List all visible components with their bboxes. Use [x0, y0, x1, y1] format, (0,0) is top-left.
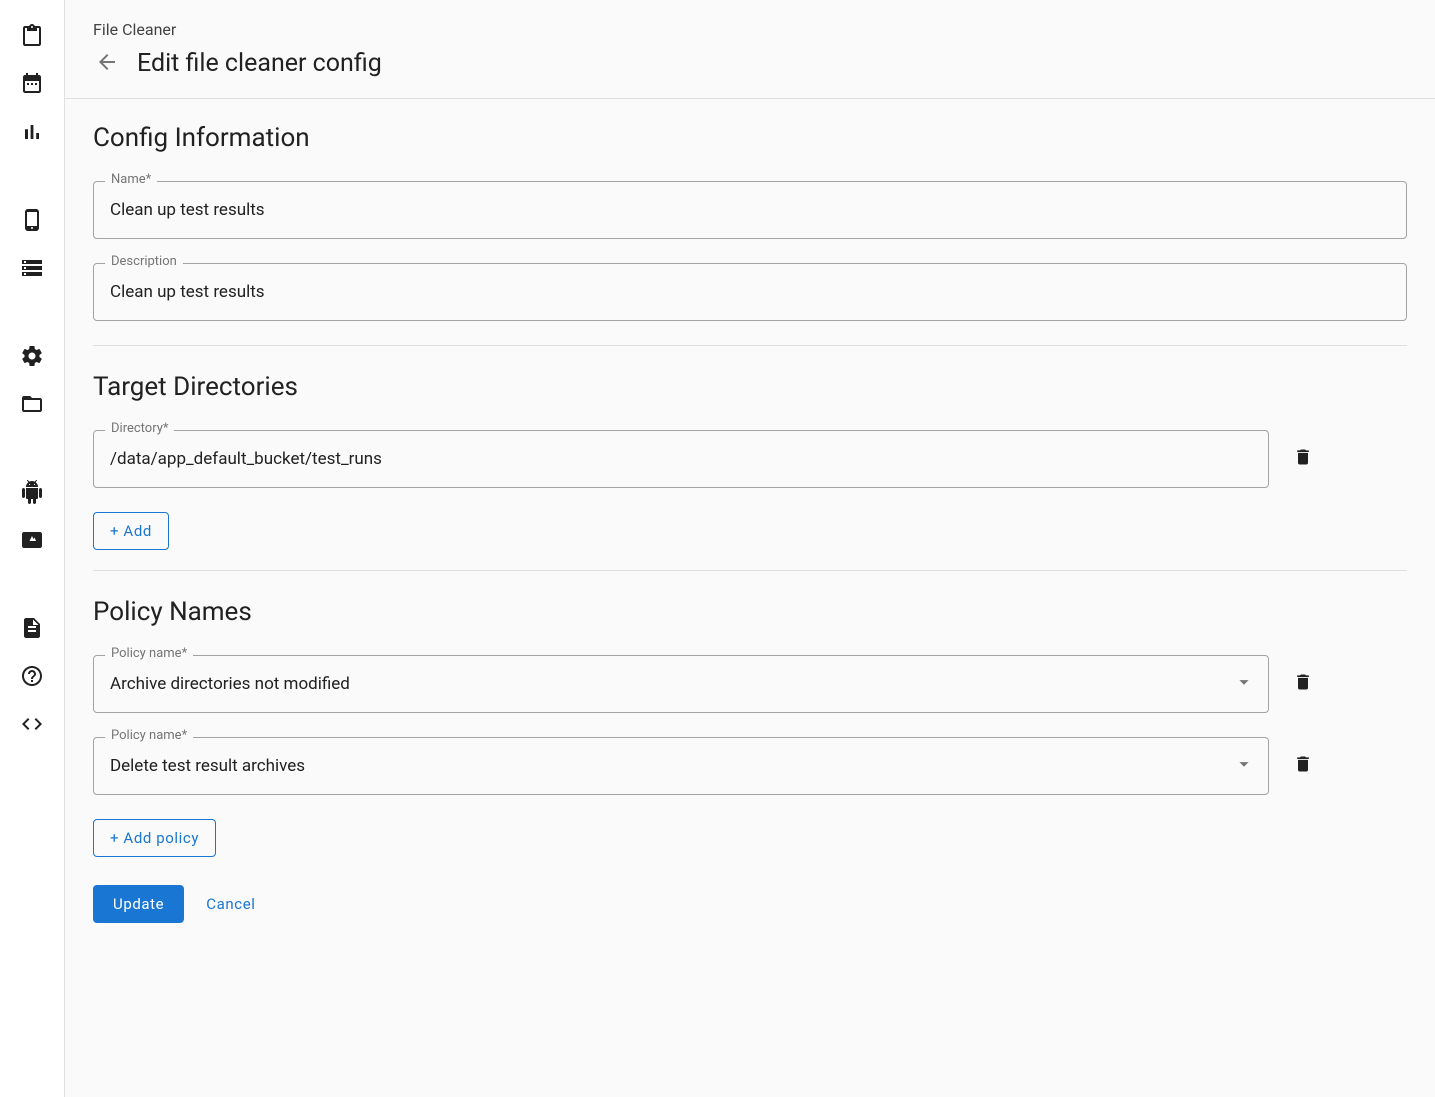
update-button[interactable]: Update — [93, 885, 184, 923]
nav-android[interactable] — [8, 470, 56, 518]
delete-directory-button[interactable] — [1287, 443, 1319, 475]
nav-chart[interactable] — [8, 110, 56, 158]
code-icon — [20, 712, 44, 740]
nav-folder[interactable] — [8, 382, 56, 430]
delete-policy-button-0[interactable] — [1287, 668, 1319, 700]
document-icon — [20, 616, 44, 644]
nav-clipboard[interactable] — [8, 14, 56, 62]
calendar-icon — [20, 72, 44, 100]
activity-icon — [20, 528, 44, 556]
nav-calendar[interactable] — [8, 62, 56, 110]
clipboard-icon — [20, 24, 44, 52]
nav-help[interactable] — [8, 654, 56, 702]
directory-label: Directory* — [105, 422, 174, 435]
nav-activity[interactable] — [8, 518, 56, 566]
policy-select-value-1: Delete test result archives — [110, 756, 305, 776]
trash-icon — [1293, 754, 1313, 778]
policy-select-value-0: Archive directories not modified — [110, 674, 350, 694]
help-icon — [20, 664, 44, 692]
back-button[interactable] — [93, 50, 121, 78]
nav-code[interactable] — [8, 702, 56, 750]
add-directory-button[interactable]: + Add — [93, 512, 169, 550]
name-label: Name* — [105, 173, 157, 186]
nav-settings[interactable] — [8, 334, 56, 382]
section-target-directories: Target Directories — [93, 372, 1407, 402]
delete-policy-button-1[interactable] — [1287, 750, 1319, 782]
android-icon — [20, 480, 44, 508]
sidebar — [0, 0, 65, 1097]
directory-input[interactable] — [93, 430, 1269, 488]
add-policy-button[interactable]: + Add policy — [93, 819, 216, 857]
policy-select-1[interactable]: Delete test result archives — [93, 737, 1269, 795]
policy-select-0[interactable]: Archive directories not modified — [93, 655, 1269, 713]
page-title: Edit file cleaner config — [137, 49, 382, 78]
trash-icon — [1293, 447, 1313, 471]
bar-chart-icon — [20, 120, 44, 148]
policy-label-0: Policy name* — [105, 647, 193, 660]
storage-icon — [20, 256, 44, 284]
divider — [93, 345, 1407, 346]
page-header: File Cleaner Edit file cleaner config — [65, 0, 1435, 99]
divider — [93, 570, 1407, 571]
description-label: Description — [105, 255, 183, 268]
phone-icon — [20, 208, 44, 236]
policy-label-1: Policy name* — [105, 729, 193, 742]
cancel-button[interactable]: Cancel — [194, 885, 267, 923]
description-input[interactable] — [93, 263, 1407, 321]
breadcrumb: File Cleaner — [93, 20, 1407, 39]
nav-document[interactable] — [8, 606, 56, 654]
nav-storage[interactable] — [8, 246, 56, 294]
name-input[interactable] — [93, 181, 1407, 239]
arrow-back-icon — [95, 50, 119, 78]
folder-icon — [20, 392, 44, 420]
trash-icon — [1293, 672, 1313, 696]
gear-icon — [20, 344, 44, 372]
section-config-info: Config Information — [93, 123, 1407, 153]
section-policy-names: Policy Names — [93, 597, 1407, 627]
nav-phone[interactable] — [8, 198, 56, 246]
